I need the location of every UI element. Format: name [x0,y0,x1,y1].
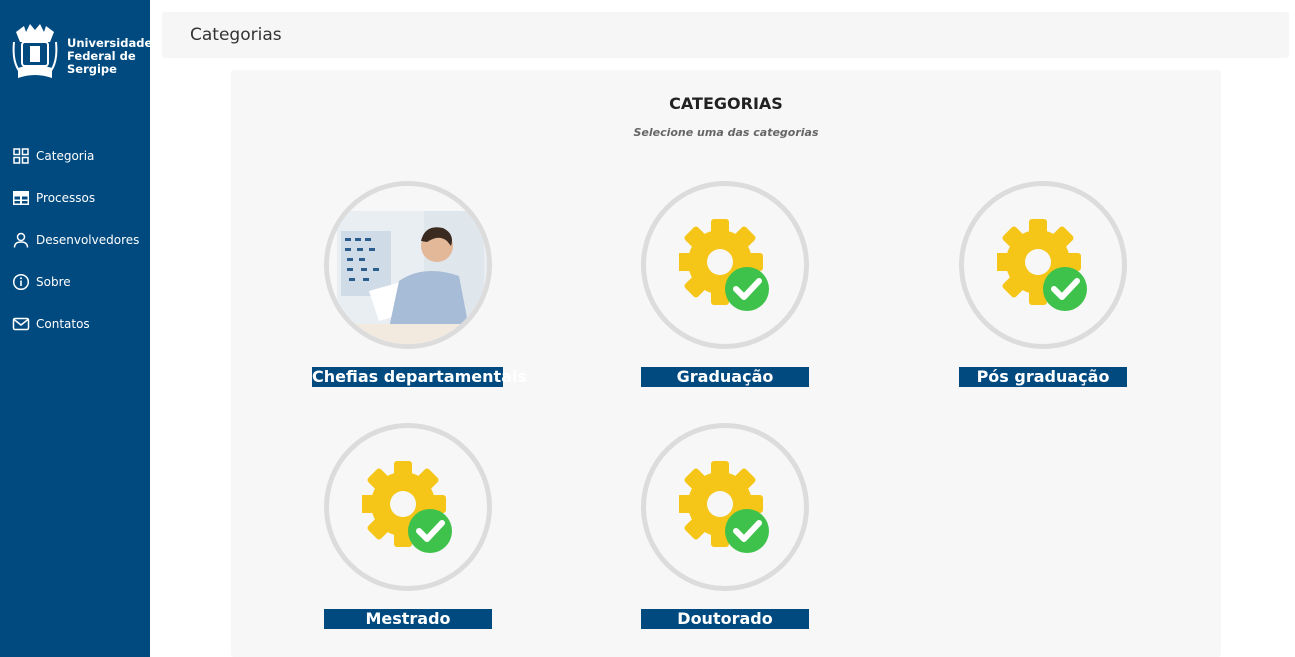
category-label[interactable]: Mestrado [324,609,492,629]
category-image-circle[interactable] [641,181,809,349]
category-card-chefias[interactable]: Chefias departamentais [308,181,527,391]
category-image-circle[interactable] [324,181,492,349]
header-bar: Categorias [162,12,1289,58]
category-label[interactable]: Doutorado [641,609,809,629]
sidebar-item-label: Contatos [36,317,90,331]
info-icon [12,273,30,291]
sidebar-item-label: Processos [36,191,96,205]
sidebar: Universidade Federal de Sergipe Categori… [0,0,152,657]
category-image-circle[interactable] [324,423,492,591]
gear-check-icon [679,219,769,311]
sidebar-item-label: Sobre [36,275,71,289]
category-card-pos-graduacao[interactable]: Pós graduação [943,181,1143,391]
gear-check-icon [679,461,769,553]
gear-check-icon [362,461,452,553]
person-photo-icon [329,186,487,344]
user-icon [13,232,29,248]
category-label[interactable]: Pós graduação [959,367,1127,387]
sidebar-item-sobre[interactable]: Sobre [0,261,150,303]
mail-icon [12,317,30,331]
sidebar-item-contatos[interactable]: Contatos [0,303,150,345]
table-icon [13,191,29,205]
category-label[interactable]: Graduação [641,367,809,387]
sidebar-item-processos[interactable]: Processos [0,177,150,219]
ufs-crest-icon [12,24,58,78]
logo-text: Universidade Federal de Sergipe [67,37,152,76]
category-label[interactable]: Chefias departamentais [312,367,527,387]
categories-panel: CATEGORIAS Selecione uma das categorias [231,70,1221,657]
grid-icon [13,148,29,164]
section-title: CATEGORIAS [669,94,783,113]
page-title: Categorias [190,25,282,45]
sidebar-item-desenvolvedores[interactable]: Desenvolvedores [0,219,150,261]
gear-check-icon [997,219,1087,311]
ufs-logo: Universidade Federal de Sergipe [12,22,152,86]
category-image-circle[interactable] [641,423,809,591]
category-card-graduacao[interactable]: Graduação [625,181,825,391]
logo-line-3: Sergipe [67,62,117,76]
category-image-circle[interactable] [959,181,1127,349]
sidebar-item-categoria[interactable]: Categoria [0,135,150,177]
section-subtitle: Selecione uma das categorias [633,126,819,139]
sidebar-nav: Categoria Processos Desenvolvedores Sobr… [0,135,150,345]
sidebar-item-label: Categoria [36,149,95,163]
category-card-doutorado[interactable]: Doutorado [625,423,825,633]
category-card-mestrado[interactable]: Mestrado [308,423,508,633]
sidebar-item-label: Desenvolvedores [36,233,140,247]
